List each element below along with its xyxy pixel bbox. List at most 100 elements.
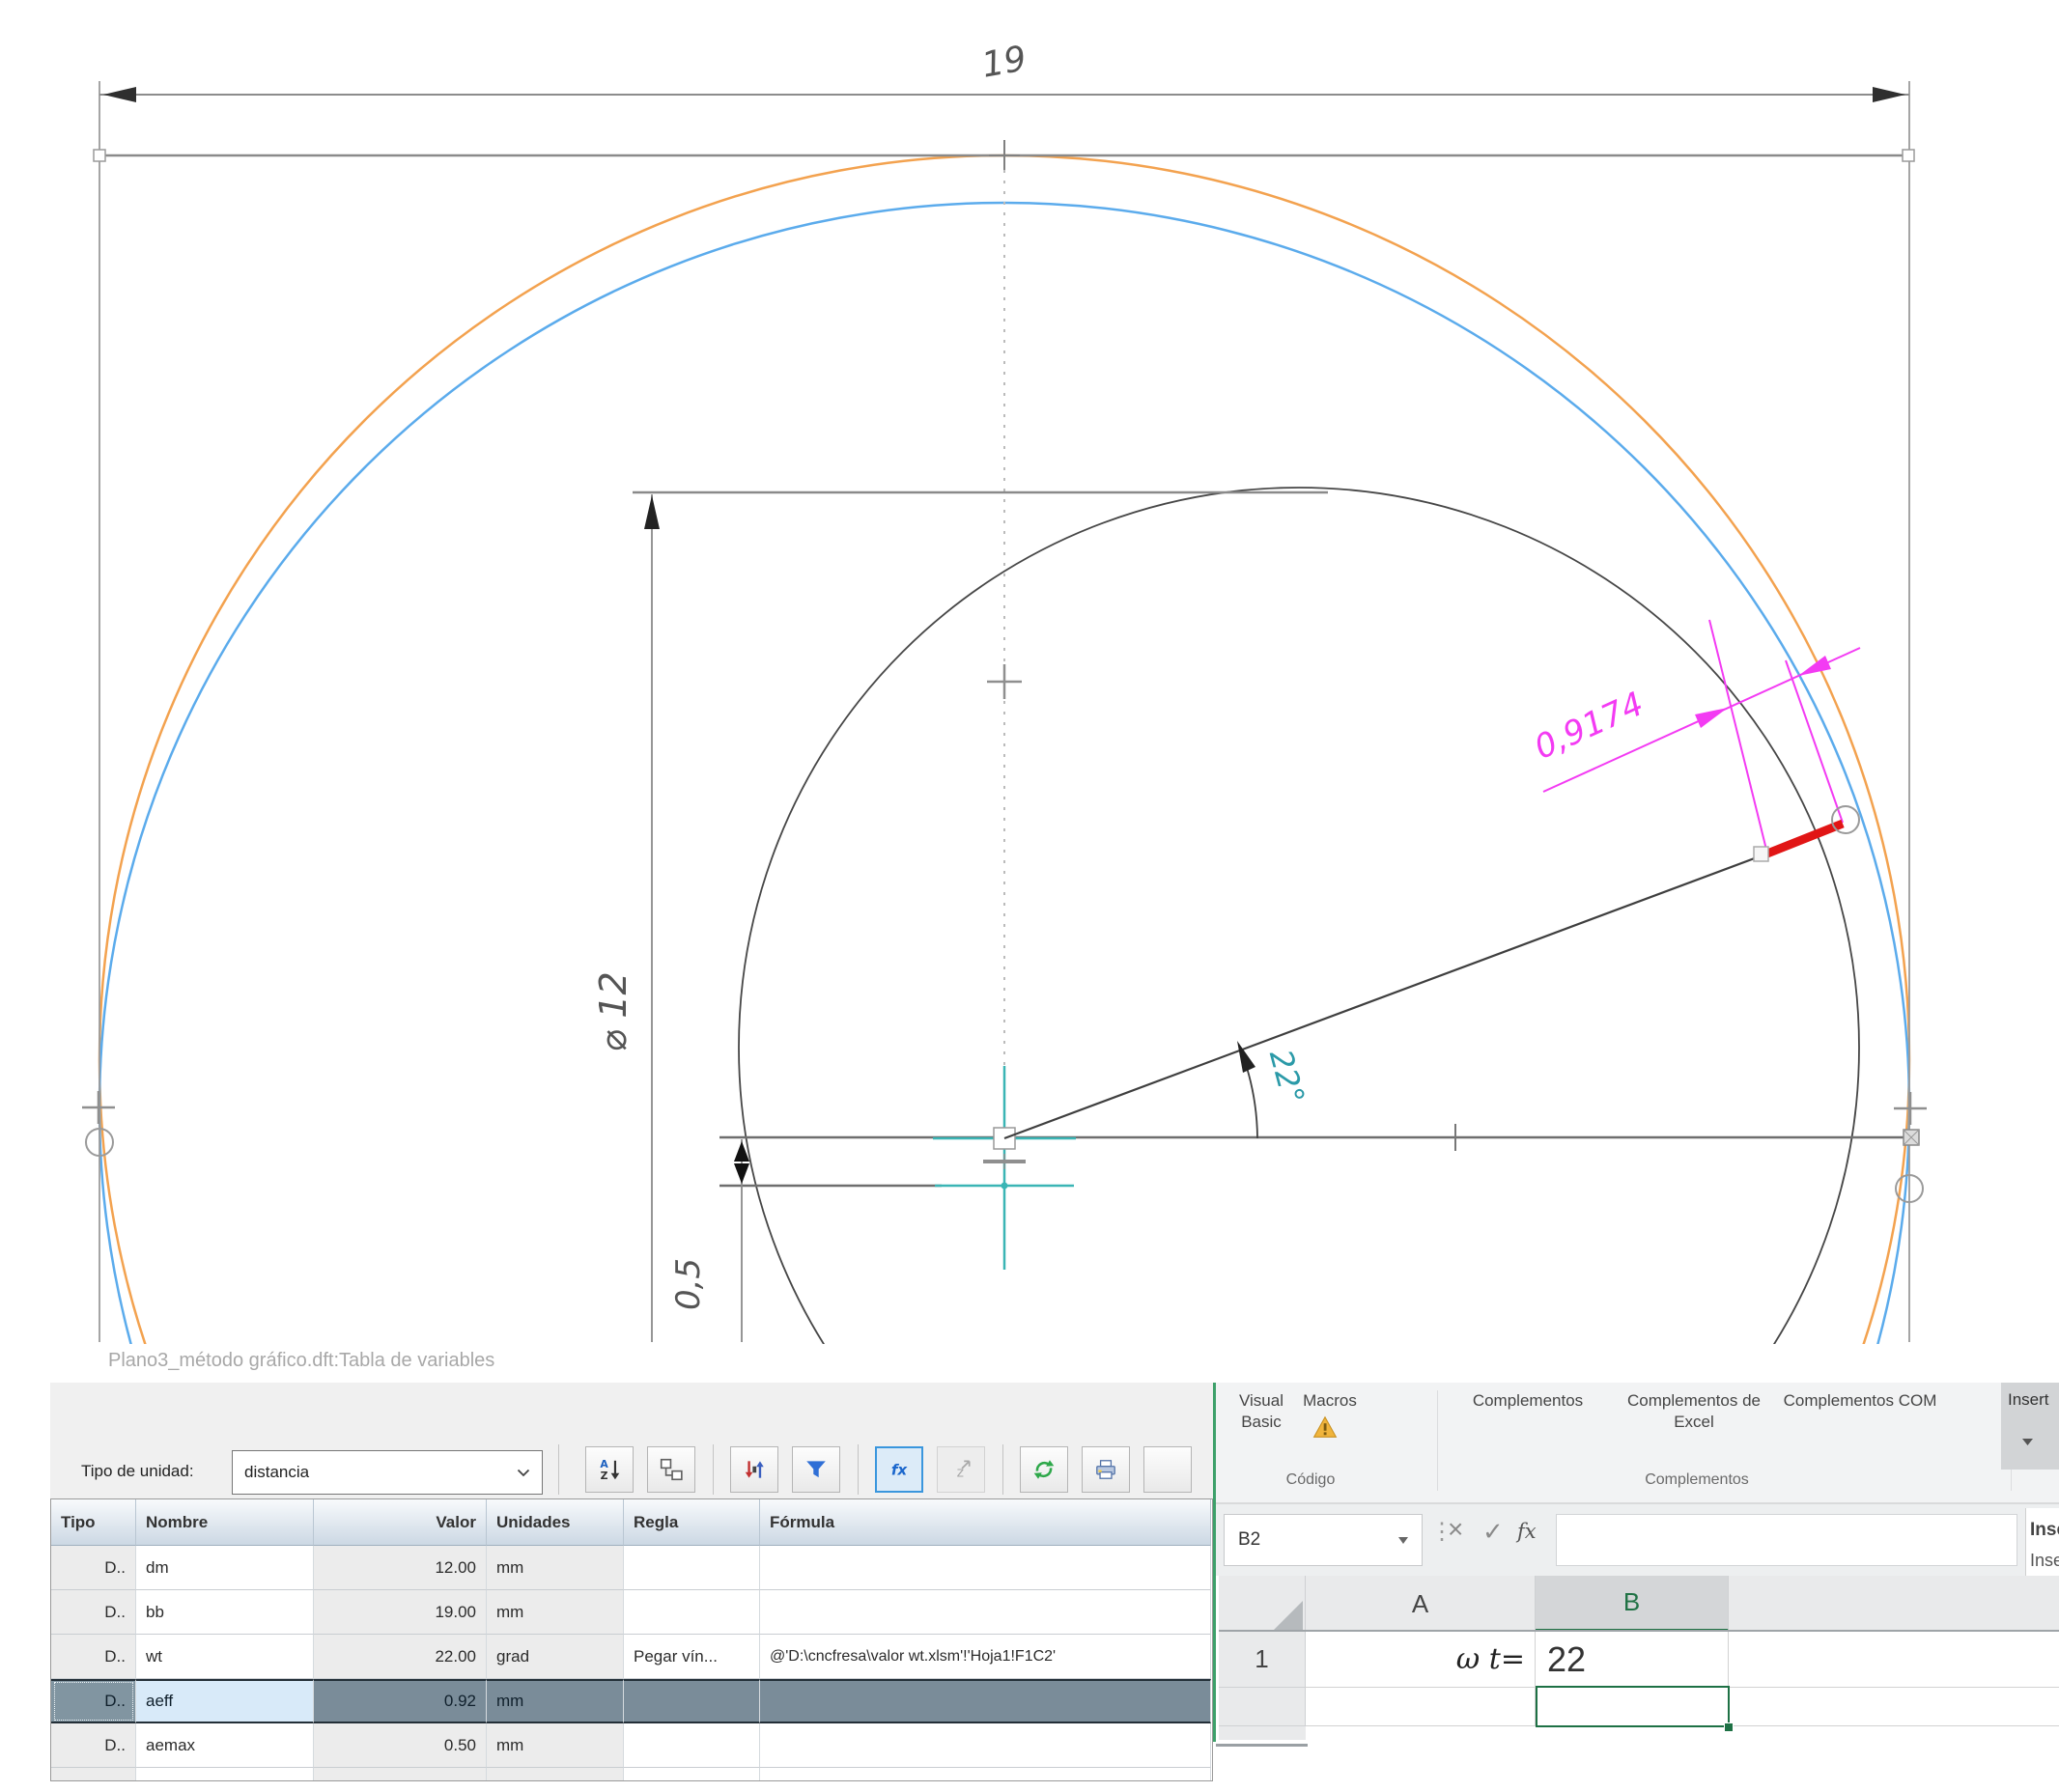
top-line[interactable] bbox=[93, 140, 1915, 171]
cell-c2[interactable] bbox=[1729, 1688, 2059, 1726]
insert-function-button[interactable]: fx bbox=[1517, 1520, 1537, 1543]
cancel-button[interactable]: × bbox=[1448, 1514, 1463, 1545]
caret-down-icon bbox=[1398, 1536, 1408, 1544]
refresh-button[interactable] bbox=[1020, 1446, 1068, 1493]
cell-a1[interactable]: ω t= bbox=[1306, 1632, 1536, 1688]
complementos-button[interactable]: Complementos bbox=[1450, 1390, 1606, 1412]
group-hierarchy-button[interactable] bbox=[647, 1446, 695, 1493]
svg-text:fx: fx bbox=[891, 1461, 909, 1478]
cell-b1[interactable]: 22 bbox=[1536, 1632, 1729, 1688]
line-handle[interactable] bbox=[93, 149, 106, 162]
row-header-2[interactable] bbox=[1219, 1688, 1306, 1726]
table-row-empty[interactable] bbox=[51, 1768, 1212, 1780]
group-label-complementos: Complementos bbox=[1645, 1471, 1749, 1488]
toolbar-separator bbox=[713, 1444, 714, 1495]
page: 19 ⌀ 12 0,5 22° 0,9174 Plano3_método grá… bbox=[0, 0, 2059, 1792]
origin-point bbox=[1001, 1182, 1008, 1190]
chevron-down-icon bbox=[517, 1469, 530, 1476]
center-plus-marker bbox=[987, 664, 1022, 699]
col-header-formula[interactable]: Fórmula bbox=[760, 1499, 1211, 1546]
unit-type-select[interactable]: distancia bbox=[232, 1450, 543, 1495]
variables-table-header: Tipo Nombre Valor Unidades Regla Fórmula bbox=[51, 1499, 1212, 1546]
selection-border-b2[interactable] bbox=[1536, 1686, 1730, 1727]
table-row-wt[interactable]: D.. wt 22.00 grad Pegar vín... @'D:\cncf… bbox=[51, 1635, 1212, 1679]
excel-grid: A B 1 ω t= 22 bbox=[1216, 1576, 2059, 1792]
toolbar-separator bbox=[558, 1444, 559, 1495]
toolbar-extra-button[interactable] bbox=[1143, 1446, 1192, 1493]
dim-offset-label: 0,5 bbox=[669, 1258, 708, 1310]
visual-basic-button[interactable]: Visual Basic bbox=[1229, 1390, 1293, 1433]
move-row-icon bbox=[745, 1461, 764, 1478]
cell-c1[interactable] bbox=[1729, 1632, 2059, 1688]
rename-disabled-icon: z bbox=[957, 1460, 971, 1481]
variables-window: Tipo de unidad: distancia A Z fx z Tipo … bbox=[50, 1383, 1213, 1781]
col-header-unidades[interactable]: Unidades bbox=[487, 1499, 624, 1546]
name-box[interactable]: B2 bbox=[1224, 1514, 1423, 1566]
macros-button[interactable]: Macros bbox=[1295, 1390, 1365, 1412]
select-all-cell[interactable] bbox=[1219, 1576, 1306, 1632]
col-header-regla[interactable]: Regla bbox=[624, 1499, 760, 1546]
fill-handle[interactable] bbox=[1724, 1722, 1734, 1732]
table-row-bb[interactable]: D.. bb 19.00 mm bbox=[51, 1590, 1212, 1635]
print-button[interactable] bbox=[1082, 1446, 1130, 1493]
sort-az-button[interactable]: A Z bbox=[585, 1446, 634, 1493]
dim-diameter-label: ⌀ 12 bbox=[592, 971, 635, 1051]
cell-a2[interactable] bbox=[1306, 1688, 1536, 1726]
excel-window: Visual Basic Macros Código Complementos … bbox=[1213, 1383, 2059, 1792]
ribbon-separator bbox=[1437, 1390, 1438, 1491]
caret-down-icon bbox=[2022, 1439, 2033, 1445]
insert-button[interactable]: Insert bbox=[2001, 1383, 2059, 1470]
dimension-diameter-12[interactable]: ⌀ 12 bbox=[592, 490, 1328, 1342]
variables-table: Tipo Nombre Valor Unidades Regla Fórmula… bbox=[50, 1498, 1213, 1781]
dimension-angle-22[interactable]: 22° bbox=[1237, 1041, 1312, 1139]
complementos-com-button[interactable]: Complementos COM bbox=[1778, 1390, 1942, 1412]
table-row-aemax[interactable]: D.. aemax 0.50 mm bbox=[51, 1723, 1212, 1768]
side-panel-text: Inse bbox=[2030, 1551, 2059, 1570]
unit-type-label: Tipo de unidad: bbox=[81, 1462, 194, 1480]
row-header-1[interactable]: 1 bbox=[1219, 1632, 1306, 1688]
col-header-valor[interactable]: Valor bbox=[314, 1499, 487, 1546]
toolbar-separator bbox=[858, 1444, 859, 1495]
column-header-b-selected[interactable]: B bbox=[1536, 1576, 1729, 1632]
highlighted-segment-red[interactable] bbox=[1765, 819, 1845, 858]
dim-angle-label: 22° bbox=[1262, 1046, 1312, 1108]
dim-width-label: 19 bbox=[979, 39, 1030, 85]
line-handle[interactable] bbox=[1902, 149, 1915, 162]
segment-handle[interactable] bbox=[1753, 846, 1769, 862]
filter-icon bbox=[806, 1461, 826, 1478]
radial-line-22deg[interactable] bbox=[1003, 852, 1768, 1140]
side-panel-text: Inse bbox=[2030, 1520, 2059, 1540]
print-icon bbox=[1096, 1460, 1115, 1479]
tangent-point-marker bbox=[989, 140, 1020, 171]
formula-input[interactable] bbox=[1556, 1514, 2017, 1566]
table-row-dm[interactable]: D.. dm 12.00 mm bbox=[51, 1546, 1212, 1590]
column-header-a[interactable]: A bbox=[1306, 1576, 1536, 1632]
complementos-excel-button[interactable]: Complementos de Excel bbox=[1612, 1390, 1776, 1433]
excel-ribbon: Visual Basic Macros Código Complementos … bbox=[1216, 1383, 2059, 1504]
horizontal-centerline[interactable] bbox=[719, 1124, 1920, 1151]
warning-icon bbox=[1312, 1415, 1338, 1438]
filter-button[interactable] bbox=[792, 1446, 840, 1493]
dimension-offset-05[interactable]: 0,5 bbox=[669, 1139, 749, 1342]
move-row-button[interactable] bbox=[730, 1446, 778, 1493]
col-header-tipo[interactable]: Tipo bbox=[51, 1499, 136, 1546]
table-row-aeff-selected[interactable]: D.. aeff 0.92 mm bbox=[51, 1679, 1212, 1723]
endpoint-circle-marker bbox=[1831, 805, 1860, 834]
enter-button[interactable]: ✓ bbox=[1482, 1517, 1504, 1547]
side-panel: Inse Inse bbox=[2025, 1508, 2059, 1580]
cad-drawing-canvas[interactable]: 19 ⌀ 12 0,5 22° 0,9174 bbox=[0, 0, 2059, 1383]
formula-fx-icon: fx bbox=[891, 1461, 909, 1478]
toolbar-separator bbox=[1002, 1444, 1003, 1495]
variables-window-title: Plano3_método gráfico.dft:Tabla de varia… bbox=[108, 1350, 495, 1371]
rename-button-disabled: z bbox=[937, 1446, 985, 1493]
tool-circle-black[interactable] bbox=[738, 487, 1860, 1383]
window-bottom-edge bbox=[1216, 1744, 1308, 1747]
unit-type-value: distancia bbox=[244, 1463, 310, 1481]
col-header-nombre[interactable]: Nombre bbox=[136, 1499, 314, 1546]
select-all-triangle-icon bbox=[1274, 1601, 1303, 1630]
excel-formula-bar: B2 ⋮ × ✓ fx Inse Inse bbox=[1216, 1504, 2059, 1580]
formula-button[interactable]: fx bbox=[875, 1446, 923, 1493]
sort-az-icon: A Z bbox=[600, 1458, 620, 1482]
row-header-stub bbox=[1219, 1726, 1306, 1740]
group-label-codigo: Código bbox=[1285, 1471, 1336, 1488]
